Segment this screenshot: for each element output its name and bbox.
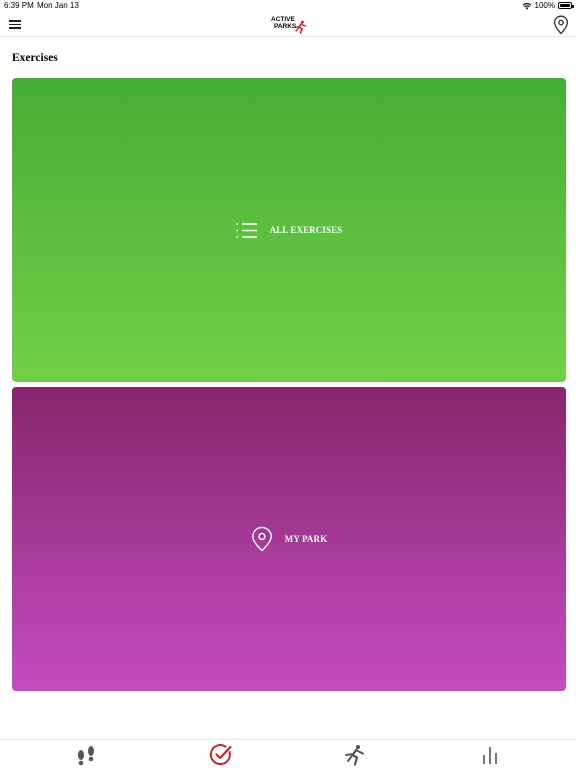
battery-icon	[558, 2, 574, 9]
list-icon	[236, 222, 257, 238]
tab-exercises[interactable]	[206, 743, 236, 767]
bar-chart-icon	[483, 747, 497, 764]
check-circle-icon	[209, 744, 232, 766]
tab-stats[interactable]	[475, 743, 505, 767]
runner-icon	[345, 745, 364, 766]
all-exercises-card[interactable]: ALL EXERCISES	[12, 78, 566, 382]
my-park-label: MY PARK	[284, 534, 328, 544]
status-time: 6:39 PM	[4, 1, 34, 10]
hamburger-icon	[8, 20, 22, 29]
page-title: Exercises	[12, 52, 58, 64]
logo-text-line1: ACTIVE	[271, 16, 295, 23]
tab-steps[interactable]	[71, 743, 101, 767]
battery-percent: 100%	[534, 1, 555, 10]
status-indicators: 100%	[522, 1, 574, 10]
tab-bar	[0, 739, 576, 768]
menu-button[interactable]	[8, 18, 22, 30]
status-date: Mon Jan 13	[37, 1, 79, 10]
active-parks-logo: ACTIVE PARKS	[268, 15, 310, 37]
my-park-card[interactable]: MY PARK	[12, 387, 566, 691]
runner-logo-icon	[294, 20, 307, 34]
all-exercises-label: ALL EXERCISES	[269, 225, 343, 235]
location-button[interactable]	[553, 15, 569, 35]
footprints-icon	[78, 746, 94, 766]
tab-activity[interactable]	[340, 743, 370, 767]
map-pin-icon	[251, 526, 272, 552]
status-bar: 6:39 PM Mon Jan 13 100%	[0, 0, 576, 12]
navigation-bar: ACTIVE PARKS	[0, 12, 576, 37]
wifi-icon	[522, 2, 531, 9]
map-pin-icon	[553, 15, 569, 35]
